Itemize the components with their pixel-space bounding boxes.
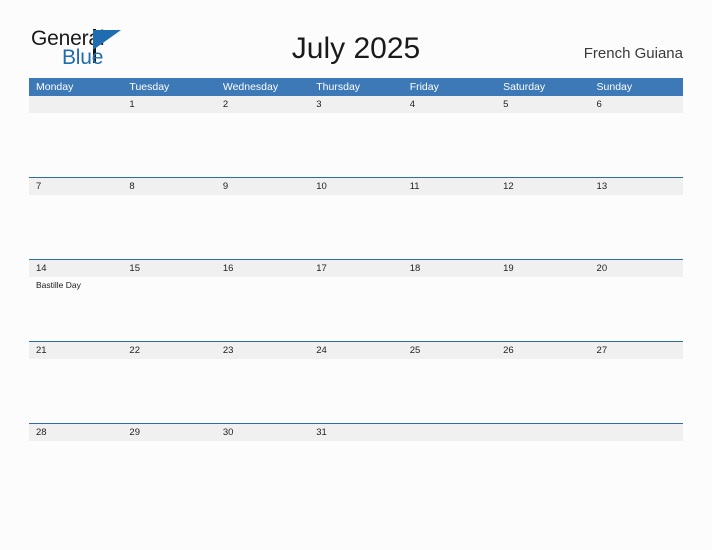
day-number[interactable]: 15 — [122, 260, 215, 277]
day-cell[interactable] — [216, 113, 309, 176]
date-number-strip: 21 22 23 24 25 26 27 — [29, 342, 683, 359]
weekday-header-tuesday: Tuesday — [129, 81, 170, 93]
day-cell[interactable] — [496, 359, 589, 422]
date-number-strip: 14 15 16 17 18 19 20 — [29, 260, 683, 277]
day-number[interactable]: 21 — [29, 342, 122, 359]
day-number[interactable]: 8 — [122, 178, 215, 195]
weekday-header-row: Monday Tuesday Wednesday Thursday Friday Satu… — [29, 78, 683, 96]
day-number[interactable]: 30 — [216, 424, 309, 441]
day-number[interactable]: 26 — [496, 342, 589, 359]
day-number[interactable] — [590, 424, 683, 441]
day-cell[interactable] — [403, 277, 496, 340]
day-cell[interactable] — [309, 359, 402, 422]
day-number[interactable]: 29 — [122, 424, 215, 441]
day-cell[interactable] — [496, 113, 589, 176]
day-cell[interactable] — [309, 277, 402, 340]
day-number[interactable]: 19 — [496, 260, 589, 277]
day-number[interactable]: 20 — [590, 260, 683, 277]
day-cell[interactable] — [29, 359, 122, 422]
day-number[interactable]: 13 — [590, 178, 683, 195]
day-cell[interactable] — [122, 359, 215, 422]
day-cell[interactable] — [309, 195, 402, 258]
week-events-area — [29, 113, 683, 176]
day-cell[interactable] — [590, 277, 683, 340]
day-number[interactable]: 1 — [122, 96, 215, 113]
day-number[interactable]: 22 — [122, 342, 215, 359]
week-events-area — [29, 441, 683, 504]
day-cell[interactable] — [590, 359, 683, 422]
day-number[interactable] — [403, 424, 496, 441]
day-number[interactable]: 5 — [496, 96, 589, 113]
calendar-page: General Blue July 2025 French Guiana Mon… — [0, 0, 712, 550]
day-cell[interactable] — [216, 195, 309, 258]
day-number[interactable]: 4 — [403, 96, 496, 113]
date-number-strip: 7 8 9 10 11 12 13 — [29, 178, 683, 195]
page-header: General Blue July 2025 French Guiana — [0, 0, 712, 78]
calendar-week-row: 21 22 23 24 25 26 27 — [29, 341, 683, 423]
weekday-header-monday: Monday — [36, 81, 74, 93]
day-cell[interactable] — [309, 113, 402, 176]
day-cell[interactable] — [122, 277, 215, 340]
day-cell[interactable] — [216, 277, 309, 340]
calendar-week-row: 28 29 30 31 — [29, 423, 683, 505]
day-cell[interactable] — [29, 441, 122, 504]
day-number[interactable]: 7 — [29, 178, 122, 195]
calendar-week-row: 123456 — [29, 96, 683, 177]
day-number[interactable]: 11 — [403, 178, 496, 195]
day-number[interactable] — [496, 424, 589, 441]
day-number[interactable]: 16 — [216, 260, 309, 277]
day-cell[interactable] — [403, 113, 496, 176]
day-cell[interactable] — [122, 441, 215, 504]
calendar-weeks: 1 2 3 4 5 6 7 8 9 10 11 12 13 14 15 16 17 18 19 20 Bastille … — [29, 96, 683, 505]
day-cell[interactable] — [29, 195, 122, 258]
day-number[interactable]: 9 — [216, 178, 309, 195]
weekday-header-saturday: Saturday — [503, 81, 546, 93]
day-number[interactable]: 25 — [403, 342, 496, 359]
day-number[interactable] — [29, 96, 122, 113]
day-number[interactable]: 2 — [216, 96, 309, 113]
day-cell[interactable] — [122, 113, 215, 176]
day-number[interactable]: 27 — [590, 342, 683, 359]
day-cell[interactable] — [403, 195, 496, 258]
day-cell[interactable] — [309, 441, 402, 504]
weekday-header-sunday: Sunday — [596, 81, 633, 93]
day-number[interactable]: 10 — [309, 178, 402, 195]
date-number-strip: 28 29 30 31 — [29, 424, 683, 441]
weekday-header-friday: Friday — [409, 81, 439, 93]
day-cell[interactable] — [29, 113, 122, 176]
day-cell[interactable] — [403, 441, 496, 504]
day-number[interactable]: 23 — [216, 342, 309, 359]
calendar-week-row: 14 15 16 17 18 19 20 Bastille Day — [29, 259, 683, 341]
day-number[interactable]: 24 — [309, 342, 402, 359]
day-number[interactable]: 3 — [309, 96, 402, 113]
day-cell[interactable] — [590, 441, 683, 504]
day-number[interactable]: 6 — [590, 96, 683, 113]
day-cell[interactable] — [496, 195, 589, 258]
location-label: French Guiana — [583, 45, 683, 62]
day-cell[interactable] — [496, 441, 589, 504]
day-cell[interactable] — [216, 441, 309, 504]
day-number[interactable]: 17 — [309, 260, 402, 277]
calendar-week-row: 7 8 9 10 11 12 13 — [29, 177, 683, 259]
day-cell[interactable] — [590, 195, 683, 258]
day-cell[interactable] — [216, 359, 309, 422]
calendar-grid: Monday Tuesday Wednesday Thursday Friday Satu… — [29, 78, 683, 505]
week-events-area — [29, 359, 683, 422]
date-number-strip: 123456 — [29, 96, 683, 113]
day-number[interactable]: 12 — [496, 178, 589, 195]
week-events-area: Bastille Day — [29, 277, 683, 340]
day-cell[interactable] — [590, 113, 683, 176]
day-number[interactable]: 28 — [29, 424, 122, 441]
holiday-event: Bastille Day — [36, 280, 81, 290]
weekday-header-thursday: Thursday — [316, 81, 361, 93]
weekday-header-wednesday: Wednesday — [222, 81, 279, 93]
day-cell[interactable] — [122, 195, 215, 258]
day-number[interactable]: 14 — [29, 260, 122, 277]
day-number[interactable]: 31 — [309, 424, 402, 441]
day-cell[interactable] — [403, 359, 496, 422]
day-number[interactable]: 18 — [403, 260, 496, 277]
day-cell[interactable] — [496, 277, 589, 340]
week-events-area — [29, 195, 683, 258]
day-cell[interactable]: Bastille Day — [29, 277, 122, 340]
